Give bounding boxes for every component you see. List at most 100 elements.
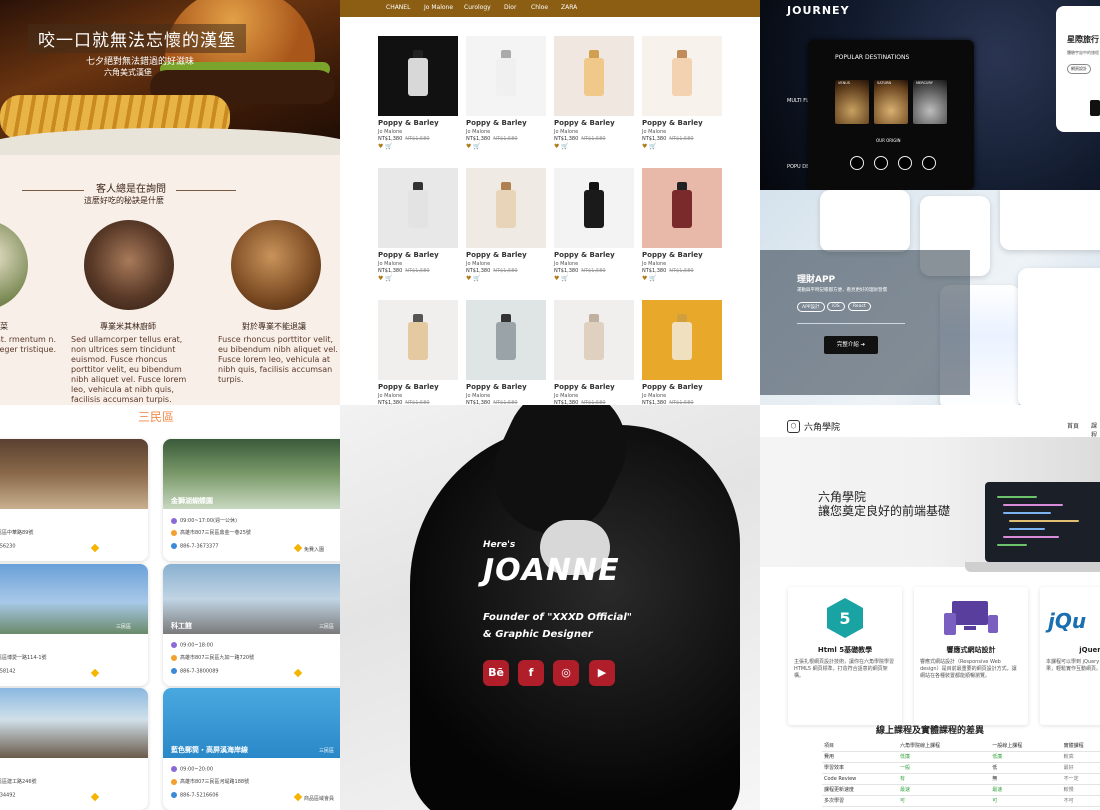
product-card[interactable]: Poppy & BarleyJo MaloneNT$1,380NT$1,580♥… bbox=[466, 36, 546, 150]
product-card[interactable]: Poppy & BarleyJo MaloneNT$1,380NT$1,580♥… bbox=[466, 168, 546, 282]
table-cell: 低 bbox=[990, 762, 1062, 774]
product-card[interactable]: Poppy & BarleyJo MaloneNT$1,380NT$1,580♥… bbox=[554, 300, 634, 405]
product-image[interactable] bbox=[642, 36, 722, 116]
attraction-card[interactable]: 高雄市三民區建工路246號 886-7-3234492 bbox=[0, 688, 148, 810]
attraction-name: 藍色郵筒・高屏溪海岸線 bbox=[171, 746, 248, 754]
attraction-photo[interactable] bbox=[0, 439, 148, 509]
instagram-icon[interactable]: ◎ bbox=[553, 660, 579, 686]
product-name[interactable]: Poppy & Barley bbox=[378, 383, 458, 391]
product-name[interactable]: Poppy & Barley bbox=[466, 119, 546, 127]
clock-icon bbox=[171, 517, 177, 524]
cart-icon[interactable]: 🛒 bbox=[385, 275, 392, 282]
product-name[interactable]: Poppy & Barley bbox=[466, 383, 546, 391]
heart-icon[interactable]: ♥ bbox=[466, 143, 471, 150]
product-name[interactable]: Poppy & Barley bbox=[554, 251, 634, 259]
cart-icon[interactable]: 🛒 bbox=[473, 143, 480, 150]
product-name[interactable]: Poppy & Barley bbox=[554, 119, 634, 127]
product-card[interactable]: Poppy & BarleyJo MaloneNT$1,380NT$1,580♥… bbox=[466, 300, 546, 405]
product-name[interactable]: Poppy & Barley bbox=[378, 119, 458, 127]
behance-icon[interactable]: Bē bbox=[483, 660, 509, 686]
tag-icon bbox=[90, 792, 100, 802]
space-travel-subtitle: 體驗宇宙中的旅程 bbox=[1067, 50, 1099, 55]
finance-app-showcase: 理財APP 運動與平時記帳都方便，看見更好的理財習慣 APP設計 iOS Rea… bbox=[760, 190, 1100, 405]
cart-icon[interactable]: 🛒 bbox=[561, 143, 568, 150]
product-image[interactable] bbox=[554, 168, 634, 248]
product-card[interactable]: Poppy & BarleyJo MaloneNT$1,380NT$1,580♥… bbox=[378, 168, 458, 282]
saturn-card[interactable] bbox=[874, 80, 908, 124]
heart-icon[interactable]: ♥ bbox=[554, 143, 559, 150]
attraction-card[interactable]: 科工館 三民區 09:00~18:00 高雄市807三民區九如一路720號 886-7-… bbox=[163, 564, 340, 686]
cart-icon[interactable]: 🛒 bbox=[561, 275, 568, 282]
product-name[interactable]: Poppy & Barley bbox=[378, 251, 458, 259]
address-text: 高雄市三民區中華路89號 bbox=[0, 530, 34, 536]
comparison-table: 項目 六角學院線上課程 一般線上課程 實體課程 費用 低廉 低廉 較高 學習效率 一般低最… bbox=[822, 740, 1100, 807]
mercury-card[interactable] bbox=[913, 80, 947, 124]
product-image[interactable] bbox=[642, 168, 722, 248]
product-image[interactable] bbox=[466, 300, 546, 380]
product-image[interactable] bbox=[466, 36, 546, 116]
nav-link-jo-malone[interactable]: Jo Malone bbox=[424, 4, 453, 11]
heart-icon[interactable]: ♥ bbox=[554, 275, 559, 282]
product-image[interactable] bbox=[642, 300, 722, 380]
attraction-card[interactable]: 三民區高雄市三民區博愛一路114-1號 886-7-3558142 bbox=[0, 564, 148, 686]
product-image[interactable] bbox=[378, 168, 458, 248]
intro-label: Here's bbox=[483, 540, 516, 550]
product-card[interactable]: Poppy & BarleyJo MaloneNT$1,380NT$1,580♥… bbox=[642, 300, 722, 405]
product-name[interactable]: Poppy & Barley bbox=[554, 383, 634, 391]
product-image[interactable] bbox=[466, 168, 546, 248]
product-price-old: NT$1,580 bbox=[669, 136, 694, 142]
attraction-photo[interactable] bbox=[0, 688, 148, 758]
our-origin-heading: OUR ORIGIN bbox=[876, 138, 901, 143]
product-price: NT$1,380 NT$1,580 bbox=[378, 268, 458, 274]
product-name[interactable]: Poppy & Barley bbox=[642, 383, 722, 391]
product-card[interactable]: Poppy & BarleyJo MaloneNT$1,380NT$1,580♥… bbox=[378, 300, 458, 405]
cart-icon[interactable]: 🛒 bbox=[473, 275, 480, 282]
product-card[interactable]: Poppy & BarleyJo MaloneNT$1,380NT$1,580♥… bbox=[642, 168, 722, 282]
product-name[interactable]: Poppy & Barley bbox=[466, 251, 546, 259]
product-card[interactable]: Poppy & BarleyJo MaloneNT$1,380NT$1,580♥… bbox=[378, 36, 458, 150]
perfume-bottle bbox=[408, 58, 428, 96]
app-screen-top bbox=[1000, 190, 1100, 250]
product-price: NT$1,380 NT$1,580 bbox=[554, 136, 634, 142]
product-card[interactable]: Poppy & BarleyJo MaloneNT$1,380NT$1,580♥… bbox=[642, 36, 722, 150]
nav-link-zara[interactable]: ZARA bbox=[561, 4, 577, 11]
heart-icon[interactable]: ♥ bbox=[466, 275, 471, 282]
venus-card[interactable] bbox=[835, 80, 869, 124]
product-name[interactable]: Poppy & Barley bbox=[642, 119, 722, 127]
attraction-card[interactable]: 高雄市三民區中華路89號 886-7-3556230 bbox=[0, 439, 148, 561]
portfolio-hero: Here's JOANNE Founder of "XXXD Official"… bbox=[340, 405, 760, 810]
product-brand: Jo Malone bbox=[466, 393, 491, 399]
cart-icon[interactable]: 🛒 bbox=[649, 143, 656, 150]
heart-icon[interactable]: ♥ bbox=[378, 143, 383, 150]
attraction-card[interactable]: 藍色郵筒・高屏溪海岸線 三民區 09:00~20:00 高雄市807三民區河堤路188… bbox=[163, 688, 340, 810]
nav-link-curology[interactable]: Curology bbox=[464, 4, 491, 11]
nav-link-chloe[interactable]: Chloe bbox=[531, 4, 548, 11]
journey-logo[interactable]: JOURNEY bbox=[787, 4, 850, 17]
nav-link-chanel[interactable]: CHANEL bbox=[386, 4, 410, 11]
product-image[interactable] bbox=[378, 36, 458, 116]
nav-home[interactable]: 首頁 bbox=[1067, 421, 1079, 430]
product-image[interactable] bbox=[554, 300, 634, 380]
product-image[interactable] bbox=[554, 36, 634, 116]
product-card[interactable]: Poppy & BarleyJo MaloneNT$1,380NT$1,580♥… bbox=[554, 36, 634, 150]
facebook-icon[interactable]: f bbox=[518, 660, 544, 686]
product-image[interactable] bbox=[378, 300, 458, 380]
restaurant-headline: 客人總是在詢問 bbox=[96, 184, 166, 195]
space-travel-button[interactable] bbox=[1090, 100, 1100, 116]
youtube-icon[interactable]: ▶ bbox=[589, 660, 615, 686]
nav-link-dior[interactable]: Dior bbox=[504, 4, 516, 11]
cart-icon[interactable]: 🛒 bbox=[385, 143, 392, 150]
product-card[interactable]: Poppy & BarleyJo MaloneNT$1,380NT$1,580♥… bbox=[554, 168, 634, 282]
heart-icon[interactable]: ♥ bbox=[642, 143, 647, 150]
hexschool-brand[interactable]: 六角學院 bbox=[804, 420, 840, 433]
attraction-card[interactable]: 金獅湖蝴蝶園 09:00~17:00(週一公休) 高雄市807三民區鼎金一巷25號 8… bbox=[163, 439, 340, 561]
full-intro-button[interactable]: 完整介紹 ➔ bbox=[824, 336, 878, 354]
heart-icon[interactable]: ♥ bbox=[642, 275, 647, 282]
address-text: 高雄市807三民區鼎金一巷25號 bbox=[180, 530, 251, 536]
heart-icon[interactable]: ♥ bbox=[378, 275, 383, 282]
cart-icon[interactable]: 🛒 bbox=[649, 275, 656, 282]
feature-text-1: a dictumst. rmentum n. Integer tristique… bbox=[0, 335, 56, 354]
product-price-current: NT$1,380 bbox=[466, 268, 491, 274]
product-name[interactable]: Poppy & Barley bbox=[642, 251, 722, 259]
product-price: NT$1,380 NT$1,580 bbox=[554, 268, 634, 274]
